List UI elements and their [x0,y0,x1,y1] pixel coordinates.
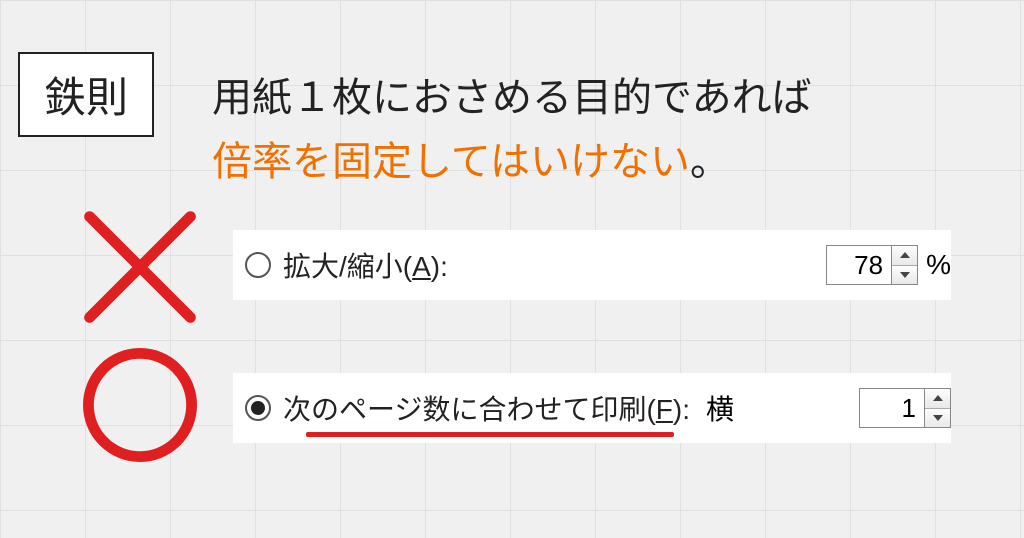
rule-badge: 鉄則 [18,52,154,137]
scale-unit: % [926,249,951,281]
scale-label-post: ): [431,251,448,282]
scale-label-pre: 拡大/縮小( [283,251,412,282]
fit-label-key: F [656,394,673,425]
fit-label-pre: 次のページ数に合わせて印刷( [283,394,656,425]
fit-option-label: 次のページ数に合わせて印刷(F): [283,388,690,428]
fit-spin-up[interactable] [925,389,950,409]
heading-line2-emph: 倍率を固定してはいけない [212,140,690,184]
scale-option-row: 拡大/縮小(A): % [233,230,951,300]
chevron-down-icon [900,272,910,278]
fit-trail-label: 横 [706,388,734,428]
fit-radio[interactable] [245,395,271,421]
emphasis-underline [306,432,674,437]
circle-mark-icon [80,345,200,465]
scale-option-label: 拡大/縮小(A): [283,245,448,285]
fit-spin-down[interactable] [925,409,950,428]
cross-mark-icon [80,207,200,327]
fit-label-post: ): [673,394,690,425]
fit-input[interactable] [860,389,924,427]
chevron-up-icon [900,252,910,258]
heading-line1: 用紙１枚におさめる目的であれば [212,76,812,120]
scale-spin-up[interactable] [892,246,917,266]
scale-spin-down[interactable] [892,266,917,285]
chevron-up-icon [933,395,943,401]
chevron-down-icon [933,415,943,421]
scale-spinner[interactable] [826,245,918,285]
scale-label-key: A [412,251,431,282]
scale-radio[interactable] [245,252,271,278]
heading: 用紙１枚におさめる目的であれば 倍率を固定してはいけない。 [212,66,812,194]
heading-line2-tail: 。 [690,140,730,184]
fit-spinner[interactable] [859,388,951,428]
scale-input[interactable] [827,246,891,284]
